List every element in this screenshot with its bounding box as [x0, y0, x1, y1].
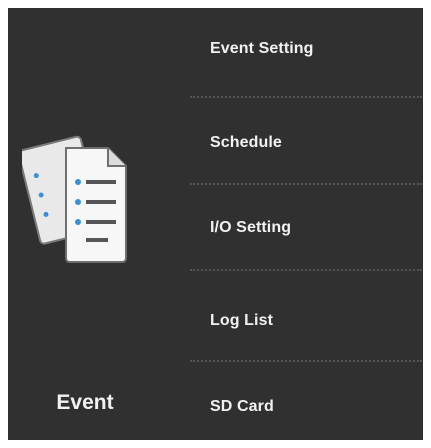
menu-item-schedule[interactable]: Schedule: [188, 120, 423, 166]
menu-item-log-list[interactable]: Log List: [188, 298, 423, 344]
menu-item-event-setting[interactable]: Event Setting: [188, 26, 423, 72]
event-menu-panel: Event Event Setting Schedule I/O Setting…: [8, 8, 423, 440]
menu-divider: [190, 96, 422, 98]
menu-item-io-setting[interactable]: I/O Setting: [188, 205, 423, 251]
module-label: Event: [56, 391, 114, 414]
menu-item-sd-card[interactable]: SD Card: [188, 384, 423, 430]
menu-divider: [190, 360, 422, 362]
documents-icon: [22, 135, 127, 263]
menu-divider: [190, 269, 422, 271]
menu-divider: [190, 183, 422, 185]
event-submenu: Event Setting Schedule I/O Setting Log L…: [188, 8, 423, 440]
